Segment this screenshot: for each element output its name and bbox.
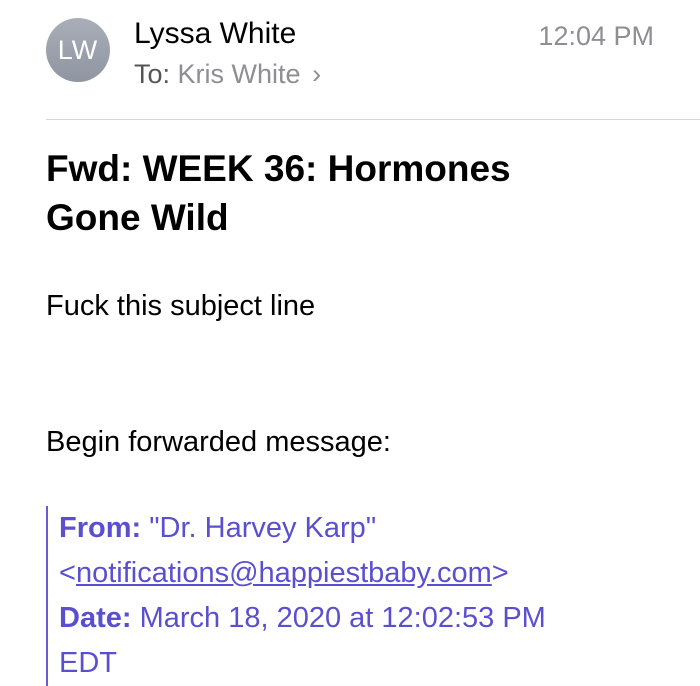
recipient-line[interactable]: To: Kris White › [134, 56, 321, 92]
forwarded-timezone-line: EDT [59, 641, 700, 686]
message-time: 12:04 PM [538, 21, 654, 51]
from-email-link[interactable]: notifications@happiestbaby.com [76, 557, 492, 589]
email-open-bracket: < [59, 557, 76, 589]
subject-line-2: Gone Wild [46, 197, 229, 238]
recipient-name[interactable]: Kris White [178, 59, 301, 89]
from-label: From: [59, 512, 142, 544]
avatar-initials: LW [57, 34, 99, 65]
email-header: LW Lyssa White 12:04 PM To: Kris White › [0, 0, 700, 120]
sender-avatar[interactable]: LW [46, 18, 110, 82]
chevron-right-icon[interactable]: › [312, 56, 321, 92]
forwarded-from-line: From: "Dr. Harvey Karp" [59, 506, 700, 551]
header-divider [46, 119, 700, 120]
date-label: Date: [59, 602, 132, 634]
date-value[interactable]: March 18, 2020 at 12:02:53 PM [140, 602, 546, 634]
sender-name[interactable]: Lyssa White [134, 16, 296, 52]
email-body-text: Fuck this subject line [46, 290, 316, 322]
date-timezone: EDT [59, 647, 117, 679]
from-name: "Dr. Harvey Karp" [149, 512, 377, 544]
forwarded-email-line: <notifications@happiestbaby.com> [59, 551, 700, 596]
email-subject: Fwd: WEEK 36: Hormones Gone Wild [46, 144, 666, 242]
to-label: To: [134, 59, 171, 89]
forward-intro: Begin forwarded message: [46, 426, 391, 458]
subject-line-1: Fwd: WEEK 36: Hormones [46, 148, 511, 189]
forwarded-message-block: From: "Dr. Harvey Karp" <notifications@h… [46, 506, 700, 686]
forwarded-date-line: Date: March 18, 2020 at 12:02:53 PM [59, 596, 700, 641]
email-close-bracket: > [491, 557, 509, 589]
